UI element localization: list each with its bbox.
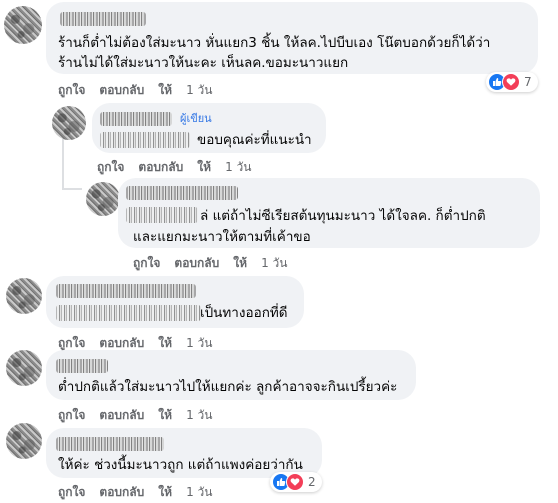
author-name[interactable] <box>56 437 164 451</box>
author-name[interactable] <box>56 359 108 373</box>
reply-link[interactable]: ตอบกลับ <box>99 83 144 97</box>
comment-text: เป็นทางออกที่ดี <box>200 305 288 321</box>
avatar[interactable] <box>86 182 120 216</box>
reply-link[interactable]: ตอบกลับ <box>138 160 183 174</box>
reply-link[interactable]: ตอบกลับ <box>99 485 144 499</box>
timestamp[interactable]: 1 วัน <box>225 160 251 174</box>
blurred-mention <box>126 207 198 223</box>
author-name[interactable] <box>56 284 196 298</box>
comment-actions: ถูกใจ ตอบกลับ ให้ 1 วัน <box>97 159 265 175</box>
avatar[interactable] <box>6 278 42 314</box>
blurred-mention <box>100 132 190 148</box>
reaction-count: 2 <box>308 475 316 489</box>
timestamp[interactable]: 1 วัน <box>186 485 212 499</box>
comment-actions: ถูกใจ ตอบกลับ ให้ 1 วัน <box>58 335 226 351</box>
love-reaction-icon <box>286 473 304 491</box>
author-name[interactable] <box>60 12 146 26</box>
comment-actions: ถูกใจ ตอบกลับ ให้ 1 วัน <box>58 82 226 98</box>
view-link[interactable]: ให้ <box>197 160 211 174</box>
comment-text: ขอบคุณค่ะที่แนะนำ <box>197 132 312 148</box>
like-link[interactable]: ถูกใจ <box>58 485 85 499</box>
comment-actions: ถูกใจ ตอบกลับ ให้ 1 วัน <box>133 255 301 271</box>
thread-line <box>62 188 82 190</box>
reaction-summary[interactable]: 7 <box>486 72 538 92</box>
view-link[interactable]: ให้ <box>158 336 172 350</box>
view-link[interactable]: ให้ <box>158 408 172 422</box>
avatar[interactable] <box>52 106 86 140</box>
like-link[interactable]: ถูกใจ <box>133 256 160 270</box>
love-reaction-icon <box>502 73 520 91</box>
view-link[interactable]: ให้ <box>233 256 247 270</box>
comment-text: ร้านก็ต่ำไม่ต้องใส่มะนาว หั่นแยก3 ชิ้น ใ… <box>58 35 491 51</box>
avatar[interactable] <box>6 350 42 386</box>
author-name[interactable] <box>100 112 172 126</box>
comment-text: ต่ำปกติแล้วใส่มะนาวไปให้แยกค่ะ ลูกค้าอาจ… <box>58 379 398 395</box>
timestamp[interactable]: 1 วัน <box>186 336 212 350</box>
reaction-count: 7 <box>524 75 532 89</box>
comment-text: ให้ค่ะ ช่วงนี้มะนาวถูก แต่ถ้าแพงค่อยว่าก… <box>58 457 303 473</box>
view-link[interactable]: ให้ <box>158 83 172 97</box>
reaction-summary[interactable]: 2 <box>270 472 322 492</box>
like-link[interactable]: ถูกใจ <box>58 408 85 422</box>
comment-text: ร้านไม่ได้ใส่มะนาวให้นะคะ เห็นลค.ขอมะนาว… <box>58 55 349 71</box>
comment-text: ล่ แต่ถ้าไม่ซีเรียสต้นทุนมะนาว ได้ใจลค. … <box>200 208 486 224</box>
comment-text: และแยกมะนาวให้ตามที่เค้าขอ <box>133 229 311 245</box>
avatar[interactable] <box>6 423 42 459</box>
author-name[interactable] <box>126 186 238 200</box>
comment-actions: ถูกใจ ตอบกลับ ให้ 1 วัน <box>58 407 226 423</box>
reply-link[interactable]: ตอบกลับ <box>99 408 144 422</box>
comment-actions: ถูกใจ ตอบกลับ ให้ 1 วัน <box>58 484 226 500</box>
author-badge: ผู้เขียน <box>180 112 212 125</box>
like-link[interactable]: ถูกใจ <box>97 160 124 174</box>
reply-link[interactable]: ตอบกลับ <box>99 336 144 350</box>
timestamp[interactable]: 1 วัน <box>186 408 212 422</box>
timestamp[interactable]: 1 วัน <box>261 256 287 270</box>
reply-link[interactable]: ตอบกลับ <box>174 256 219 270</box>
blurred-mention <box>56 305 201 321</box>
timestamp[interactable]: 1 วัน <box>186 83 212 97</box>
avatar[interactable] <box>4 6 42 44</box>
view-link[interactable]: ให้ <box>158 485 172 499</box>
like-link[interactable]: ถูกใจ <box>58 336 85 350</box>
like-link[interactable]: ถูกใจ <box>58 83 85 97</box>
